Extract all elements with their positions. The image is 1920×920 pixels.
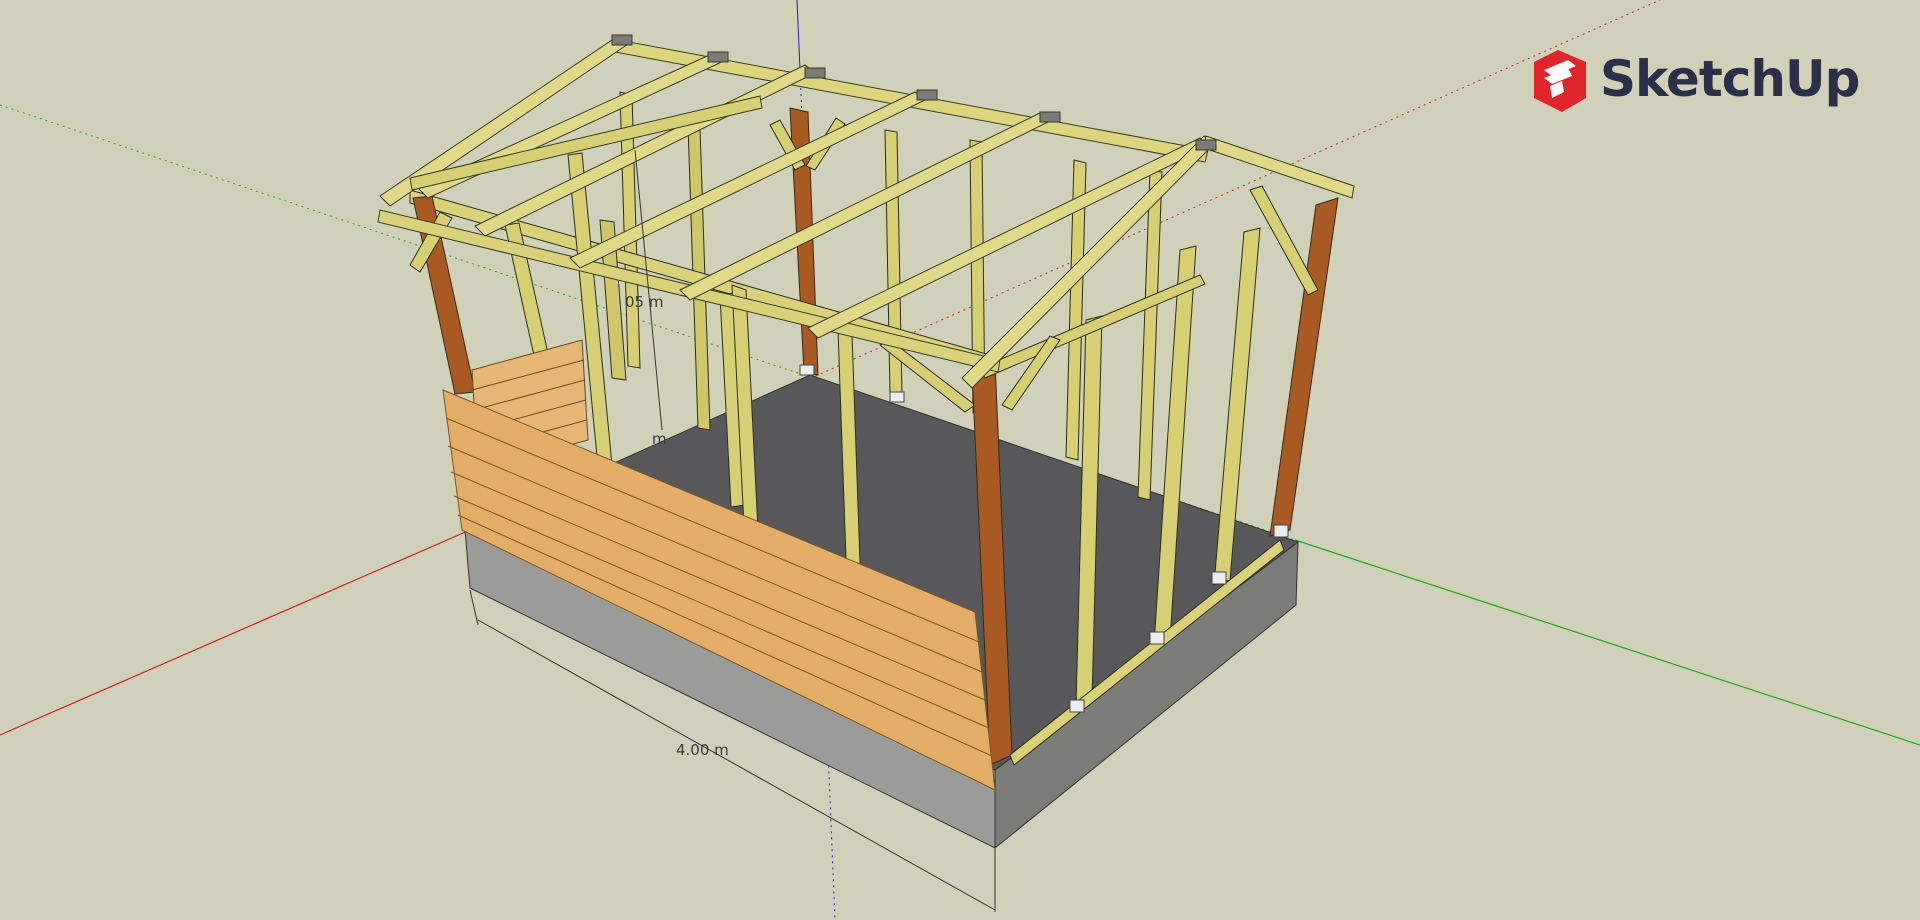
dimension-extension-left (469, 589, 479, 626)
ridge-connector-3 (804, 67, 826, 79)
bracket-6 (889, 391, 905, 403)
sketchup-logo-icon (1534, 50, 1586, 112)
ridge-connector-6 (1195, 139, 1217, 151)
rafter-5[interactable] (679, 112, 1051, 301)
bracket-1 (1069, 699, 1085, 713)
back-stud-6[interactable] (1137, 169, 1163, 501)
green-axis-solid (1294, 539, 1920, 746)
right-back-post[interactable] (1269, 197, 1339, 537)
dimension-label-height[interactable]: 05 m (625, 293, 663, 311)
bracket-2 (1149, 631, 1165, 645)
right-gable-brace-right[interactable] (1249, 185, 1319, 296)
bracket-5 (799, 364, 815, 376)
dimension-label-small[interactable]: m (652, 430, 667, 448)
scene-canvas[interactable]: 4.00 m 05 m m (0, 0, 1920, 920)
red-axis-solid (0, 529, 471, 736)
bracket-4 (1273, 524, 1289, 538)
logo-text: SketchUp (1600, 50, 1860, 108)
ridge-connector-2 (707, 51, 729, 63)
ridge-connector-5 (1039, 111, 1061, 123)
dimension-label-length[interactable]: 4.00 m (676, 741, 729, 759)
sketchup-logo: SketchUp (1528, 48, 1860, 120)
model-viewport[interactable]: 4.00 m 05 m m (0, 0, 1920, 920)
right-eave[interactable] (1203, 135, 1355, 199)
ridge-connector-4 (916, 89, 938, 101)
roof-frame[interactable] (377, 34, 1355, 389)
bracket-3 (1211, 571, 1227, 585)
blue-axis (796, 0, 801, 71)
ridge-connector-1 (611, 34, 633, 46)
